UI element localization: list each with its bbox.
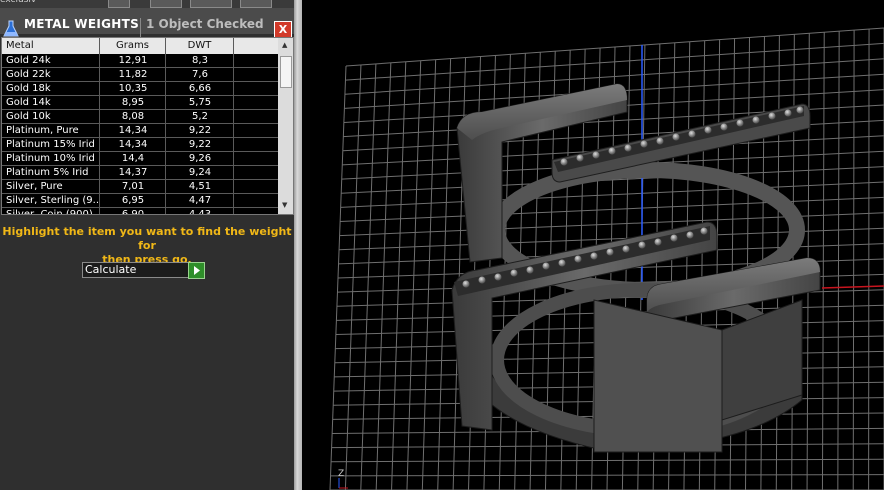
instruction-line-1: Highlight the item you want to find the … bbox=[2, 225, 292, 252]
table-row[interactable]: Gold 14k 8,95 5,75 bbox=[2, 96, 278, 110]
panel-titlebar: METAL WEIGHTS 1 Object Checked X bbox=[0, 8, 294, 38]
grams-cell: 8,08 bbox=[121, 111, 145, 122]
dwt-cell: 5,2 bbox=[192, 111, 208, 122]
grams-cell: 10,35 bbox=[118, 83, 148, 94]
3d-viewport[interactable]: Z bbox=[302, 0, 884, 490]
scroll-thumb[interactable] bbox=[280, 56, 292, 88]
metal-cell: Platinum 5% Irid bbox=[6, 167, 89, 178]
dwt-cell: 7,6 bbox=[192, 69, 208, 80]
table-row[interactable]: Gold 22k 11,82 7,6 bbox=[2, 68, 278, 82]
metal-cell: Gold 14k bbox=[6, 97, 51, 108]
top-tab[interactable] bbox=[240, 0, 272, 8]
flask-icon bbox=[3, 20, 19, 37]
object-status: 1 Object Checked bbox=[146, 17, 264, 31]
panel-title: METAL WEIGHTS bbox=[24, 17, 140, 31]
table-header: Metal Grams DWT bbox=[2, 38, 278, 54]
axis-x-line bbox=[821, 285, 884, 289]
metal-cell: Silver, Coin (900) bbox=[6, 209, 93, 215]
top-tab[interactable] bbox=[108, 0, 130, 8]
grams-cell: 8,95 bbox=[121, 97, 145, 108]
calculate-dropdown[interactable]: Calculate bbox=[82, 262, 190, 278]
grams-cell: 7,01 bbox=[121, 181, 145, 192]
table-scrollbar[interactable]: ▲ ▼ bbox=[278, 38, 293, 214]
grams-cell: 12,91 bbox=[118, 55, 148, 66]
metal-cell: Platinum 15% Irid bbox=[6, 139, 95, 150]
play-icon bbox=[194, 266, 200, 275]
instruction-text: Highlight the item you want to find the … bbox=[0, 225, 294, 267]
grams-cell: 6,90 bbox=[121, 209, 145, 215]
metal-cell: Gold 22k bbox=[6, 69, 51, 80]
axis-z-label: Z bbox=[338, 469, 344, 479]
metal-weights-table: Metal Grams DWT Gold 24k 12,91 8,3 Gold 22k… bbox=[1, 37, 294, 215]
dwt-cell: 8,3 bbox=[192, 55, 208, 66]
metal-cell: Gold 18k bbox=[6, 83, 51, 94]
top-strip-label: exclusiv bbox=[0, 0, 37, 5]
table-row[interactable]: Platinum 15% Irid 14,34 9,22 bbox=[2, 138, 278, 152]
table-row[interactable]: Silver, Coin (900) 6,90 4,43 bbox=[2, 208, 278, 215]
dwt-cell: 9,26 bbox=[188, 153, 212, 164]
metal-cell: Platinum 10% Irid bbox=[6, 153, 95, 164]
dwt-cell: 4,43 bbox=[188, 209, 212, 215]
dwt-cell: 9,22 bbox=[188, 139, 212, 150]
dwt-cell: 5,75 bbox=[188, 97, 212, 108]
metal-cell: Gold 10k bbox=[6, 111, 51, 122]
metal-cell: Gold 24k bbox=[6, 55, 51, 66]
grams-cell: 14,34 bbox=[118, 125, 148, 136]
table-row[interactable]: Silver, Pure 7,01 4,51 bbox=[2, 180, 278, 194]
table-row[interactable]: Gold 18k 10,35 6,66 bbox=[2, 82, 278, 96]
metal-cell: Silver, Pure bbox=[6, 181, 63, 192]
dwt-cell: 6,66 bbox=[188, 83, 212, 94]
column-header-grams[interactable]: Grams bbox=[100, 38, 166, 54]
grams-cell: 11,82 bbox=[118, 69, 148, 80]
table-row[interactable]: Gold 10k 8,08 5,2 bbox=[2, 110, 278, 124]
metal-cell: Silver, Sterling (9... bbox=[6, 195, 98, 206]
go-button[interactable] bbox=[188, 262, 205, 279]
scroll-down-icon[interactable]: ▼ bbox=[282, 201, 287, 209]
table-row[interactable]: Silver, Sterling (9... 6,95 4,47 bbox=[2, 194, 278, 208]
top-tab-strip: exclusiv bbox=[0, 0, 294, 8]
close-button[interactable]: X bbox=[274, 21, 292, 38]
grams-cell: 14,34 bbox=[118, 139, 148, 150]
top-tab[interactable] bbox=[190, 0, 232, 8]
viewport-canvas[interactable]: Z bbox=[302, 0, 884, 490]
top-tab[interactable] bbox=[150, 0, 182, 8]
table-row[interactable]: Platinum 5% Irid 14,37 9,24 bbox=[2, 166, 278, 180]
panel-splitter[interactable] bbox=[294, 0, 302, 490]
grams-cell: 14,4 bbox=[121, 153, 145, 164]
table-body: Gold 24k 12,91 8,3 Gold 22k 11,82 7,6 Gold 18k… bbox=[2, 54, 278, 215]
table-row[interactable]: Gold 24k 12,91 8,3 bbox=[2, 54, 278, 68]
title-divider bbox=[140, 18, 141, 38]
dwt-cell: 4,51 bbox=[188, 181, 212, 192]
dwt-cell: 9,24 bbox=[188, 167, 212, 178]
grams-cell: 14,37 bbox=[118, 167, 148, 178]
dwt-cell: 9,22 bbox=[188, 125, 212, 136]
table-row[interactable]: Platinum, Pure 14,34 9,22 bbox=[2, 124, 278, 138]
grams-cell: 6,95 bbox=[121, 195, 145, 206]
dwt-cell: 4,47 bbox=[188, 195, 212, 206]
table-row[interactable]: Platinum 10% Irid 14,4 9,26 bbox=[2, 152, 278, 166]
scroll-up-icon[interactable]: ▲ bbox=[282, 41, 287, 49]
column-header-dwt[interactable]: DWT bbox=[166, 38, 234, 54]
metal-weights-panel: exclusiv METAL WEIGHTS 1 Object Checked … bbox=[0, 0, 294, 490]
column-header-metal[interactable]: Metal bbox=[2, 38, 100, 54]
metal-cell: Platinum, Pure bbox=[6, 125, 79, 136]
